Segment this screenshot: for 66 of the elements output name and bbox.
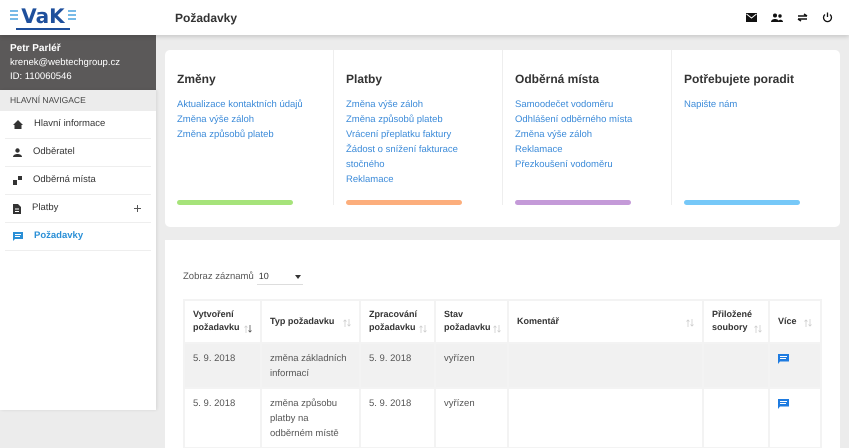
- caret-icon: [294, 274, 301, 279]
- sort-icon: [244, 325, 252, 333]
- page-size-select[interactable]: 10: [256, 270, 303, 284]
- nav-item[interactable]: Platby: [5, 195, 151, 223]
- comment-icon[interactable]: [778, 398, 789, 408]
- column-header[interactable]: Stav požadavku: [435, 300, 508, 342]
- logo: VaK: [10, 2, 76, 32]
- plus-icon[interactable]: [134, 205, 141, 212]
- link[interactable]: Změna způsobů plateb: [346, 112, 490, 127]
- power-icon[interactable]: [822, 12, 833, 23]
- column-header[interactable]: Typ požadavku: [261, 300, 360, 342]
- link[interactable]: Aktualizace kontaktních údajů: [177, 97, 321, 112]
- column-header[interactable]: Více: [769, 300, 821, 342]
- sort-icon: [754, 325, 762, 333]
- document-icon: [13, 204, 21, 214]
- link[interactable]: Žádost o snížení fakturace stočného: [346, 142, 490, 172]
- sort-icon: [419, 325, 428, 333]
- link[interactable]: Samoodečet vodoměru: [515, 97, 659, 112]
- column-heading: Změny: [177, 71, 217, 88]
- table-cell: 5. 9. 2018: [369, 398, 412, 408]
- nav-item[interactable]: Odběratel: [5, 139, 151, 167]
- table-cell: 5. 9. 2018: [193, 352, 236, 364]
- link[interactable]: Změna výše záloh: [515, 127, 659, 142]
- link[interactable]: Vrácení přeplatku faktury: [346, 127, 490, 142]
- home-icon: [13, 120, 23, 129]
- column-header[interactable]: Zpracování požadavku: [360, 300, 435, 342]
- link[interactable]: Změna výše záloh: [346, 97, 490, 112]
- page-title: Požadavky: [175, 10, 238, 26]
- link[interactable]: Napište nám: [684, 97, 828, 112]
- nav-item[interactable]: Odběrná místa: [5, 167, 151, 195]
- user-name: Petr Parléř: [10, 42, 62, 56]
- table-cell: vyřízen: [444, 398, 475, 408]
- table-cell: vyřízen: [444, 352, 475, 364]
- blocks-icon: [13, 176, 22, 185]
- table-cell: 5. 9. 2018: [369, 352, 412, 364]
- comment-icon[interactable]: [778, 354, 789, 364]
- chat-icon: [13, 232, 23, 241]
- link[interactable]: Změna způsobů plateb: [177, 127, 321, 142]
- swap-icon[interactable]: [797, 13, 808, 22]
- link[interactable]: Změna výše záloh: [177, 112, 321, 127]
- column-heading: Platby: [346, 71, 384, 88]
- user-id: ID: 110060546: [10, 70, 73, 84]
- column-heading: Potřebujete poradit: [684, 71, 796, 88]
- column-header[interactable]: Vytvoření požadavku: [184, 300, 261, 342]
- column-header[interactable]: Komentář: [508, 300, 703, 342]
- link[interactable]: Reklamace: [346, 172, 490, 187]
- nav-item[interactable]: Požadavky: [5, 223, 151, 251]
- sort-icon: [804, 318, 812, 326]
- sort-icon: [686, 318, 694, 326]
- link[interactable]: Odhlášení odběrného místa: [515, 112, 659, 127]
- table-cell: 5. 9. 2018: [193, 398, 236, 408]
- column-header[interactable]: Přiložené soubory: [703, 300, 769, 342]
- sort-icon: [492, 325, 501, 333]
- column-heading: Odběrná místa: [515, 71, 600, 88]
- table-cell: změna způsobu platby na odběrném místě: [270, 398, 339, 438]
- nav-item[interactable]: Hlavní informace: [5, 111, 151, 139]
- user-email: krenek@webtechgroup.cz: [10, 56, 121, 70]
- page-size-label: Zobraz záznamů: [183, 270, 254, 284]
- nav-heading: HLAVNÍ NAVIGACE: [10, 94, 86, 107]
- table-cell: změna základních informací: [270, 352, 347, 378]
- person-icon: [13, 148, 22, 157]
- link[interactable]: Přezkoušení vodoměru: [515, 157, 659, 172]
- people-icon[interactable]: [771, 13, 783, 22]
- mail-icon[interactable]: [746, 13, 757, 22]
- link[interactable]: Reklamace: [515, 142, 659, 157]
- sort-icon: [343, 318, 351, 326]
